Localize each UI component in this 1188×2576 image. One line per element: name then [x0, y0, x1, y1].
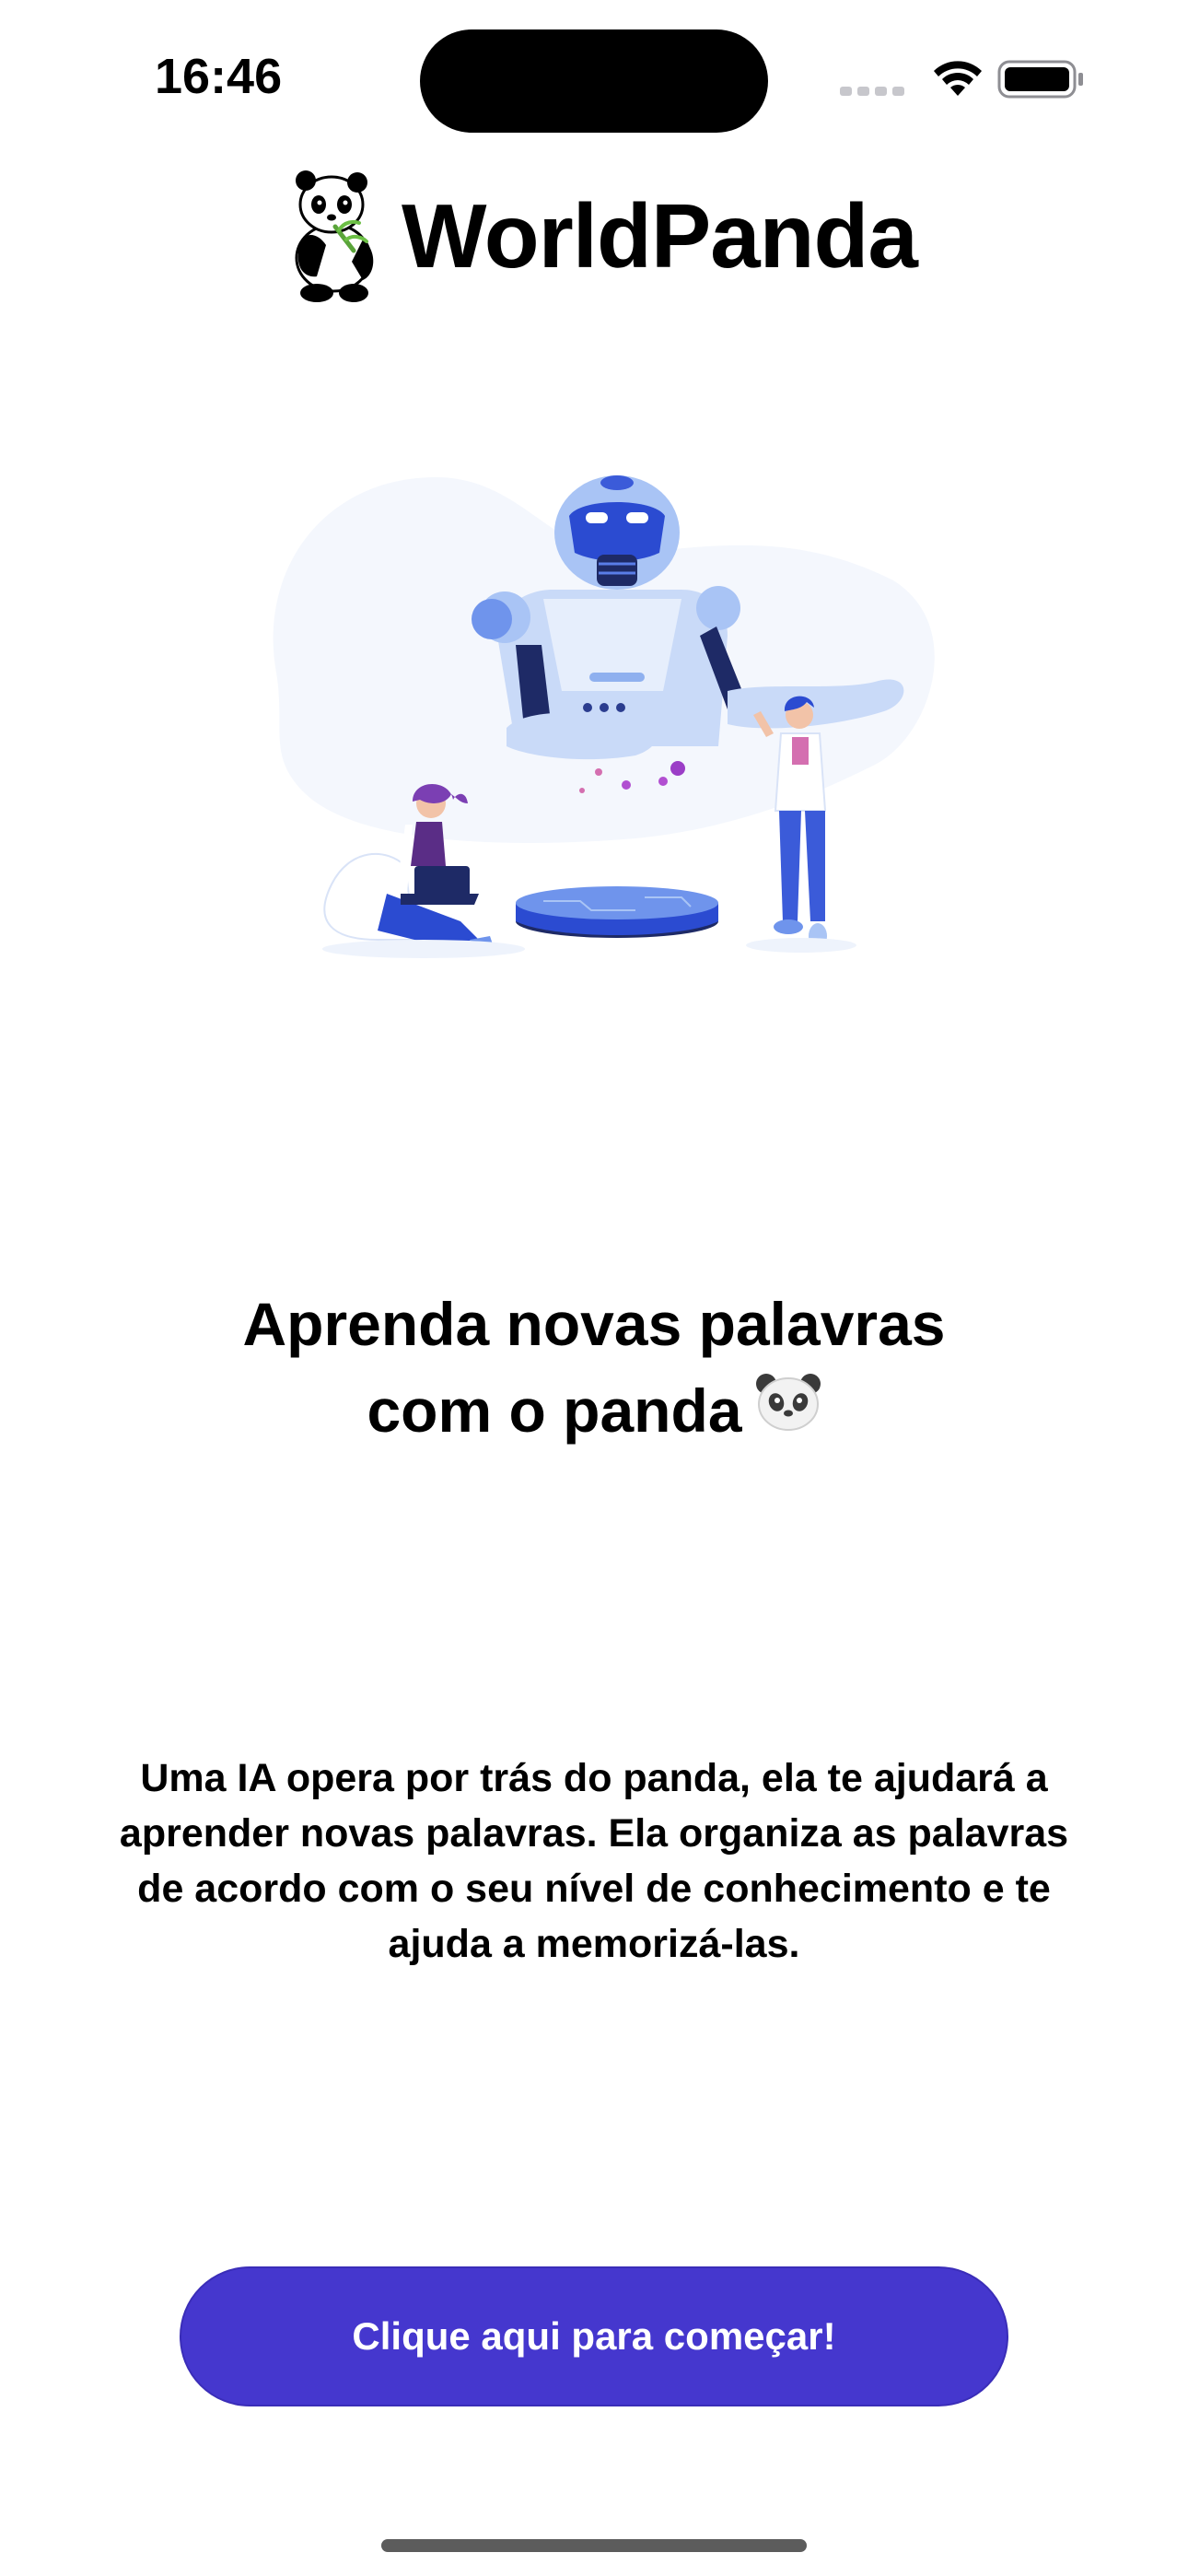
description-line-4: ajuda a memorizá-las.: [388, 1922, 800, 1966]
description-line-3: de acordo com o seu nível de conheciment…: [137, 1867, 1051, 1911]
robot-scientists-illustration: [249, 461, 949, 977]
start-button-label: Clique aqui para começar!: [352, 2314, 836, 2358]
panda-logo-icon: [280, 166, 385, 304]
home-indicator[interactable]: [381, 2539, 807, 2552]
headline-line-1: Aprenda novas palavras: [242, 1290, 946, 1358]
start-button[interactable]: Clique aqui para começar!: [180, 2266, 1008, 2406]
panda-face-icon: [755, 1367, 821, 1454]
app-title: WorldPanda: [402, 185, 918, 287]
wifi-icon: [934, 61, 982, 96]
status-time: 16:46: [155, 49, 283, 104]
cellular-signal-icon: [840, 87, 904, 96]
headline-line-2: com o panda: [367, 1376, 742, 1445]
headline-line-2-wrap: com o panda: [0, 1367, 1188, 1454]
headline: Aprenda novas palavras com o panda: [0, 1281, 1188, 1454]
description: Uma IA opera por trás do panda, ela te a…: [55, 1751, 1133, 1972]
dynamic-island: [420, 29, 768, 133]
status-icons: [838, 55, 1087, 101]
app-header: WorldPanda: [0, 166, 1188, 313]
description-line-2: aprender novas palavras. Ela organiza as…: [119, 1811, 1069, 1856]
description-line-1: Uma IA opera por trás do panda, ela te a…: [140, 1756, 1048, 1800]
battery-icon: [997, 60, 1083, 99]
status-bar: 16:46: [0, 0, 1188, 157]
